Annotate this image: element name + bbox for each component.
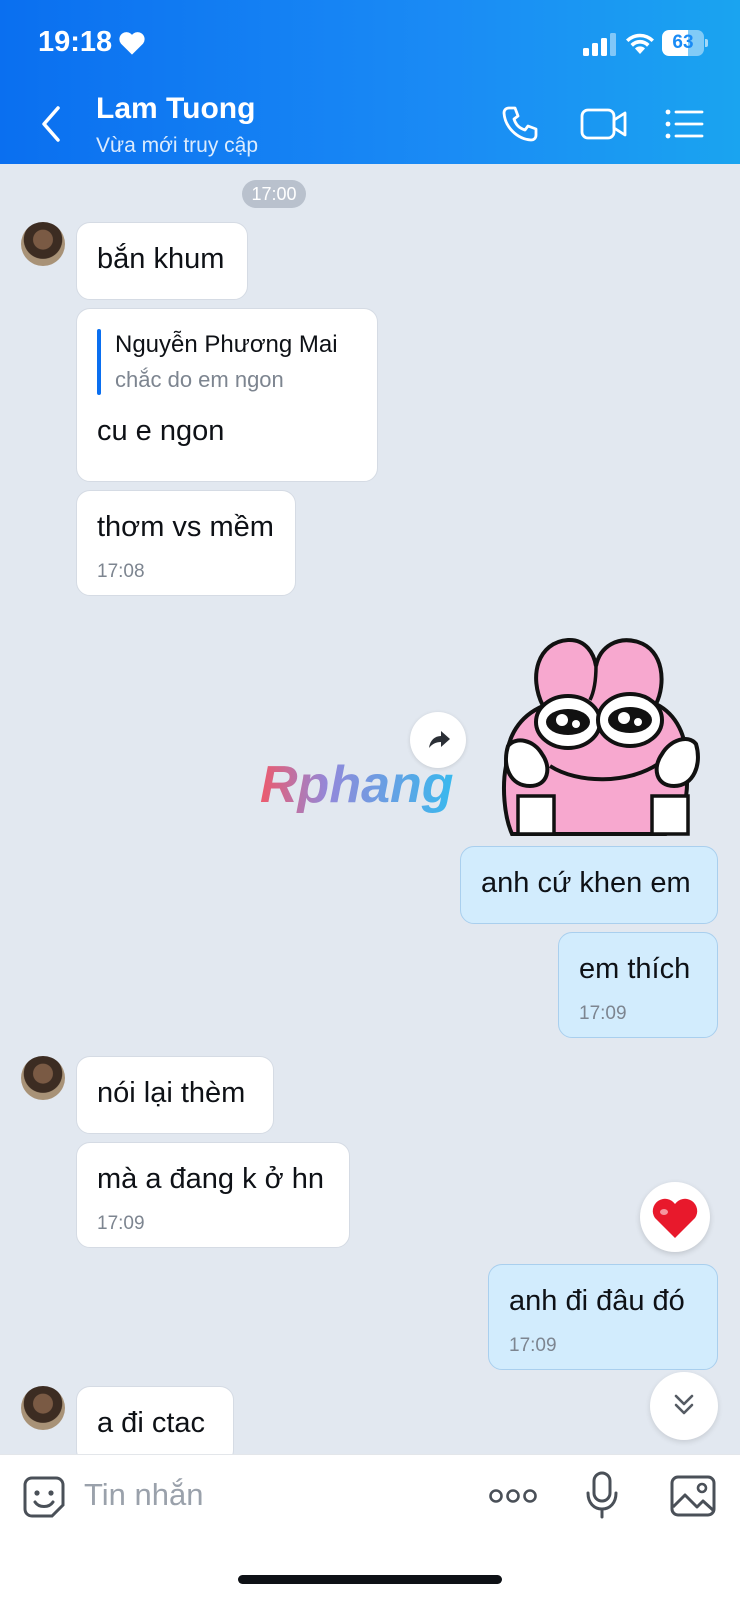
message-input-bar: Tin nhắn — [0, 1454, 740, 1600]
message-time: 17:09 — [579, 1003, 627, 1024]
back-icon[interactable] — [34, 100, 70, 148]
more-dots-icon[interactable] — [488, 1481, 538, 1511]
message-bubble[interactable]: a đi ctac — [76, 1386, 234, 1454]
message-bubble[interactable]: bắn khum — [76, 222, 248, 300]
message-bubble-outgoing[interactable]: anh cứ khen em — [460, 846, 718, 924]
quote-bar — [97, 329, 101, 395]
microphone-icon[interactable] — [584, 1471, 620, 1519]
phone-icon[interactable] — [500, 104, 540, 144]
message-bubble-outgoing[interactable]: anh đi đâu đó 17:09 — [488, 1264, 718, 1370]
avatar[interactable] — [21, 1386, 65, 1430]
message-text: thơm vs mềm — [97, 511, 274, 543]
heart-reaction-button[interactable] — [640, 1182, 710, 1252]
battery-tip — [705, 39, 708, 47]
message-text: anh cứ khen em — [481, 867, 691, 899]
message-text: anh đi đâu đó — [509, 1285, 685, 1317]
message-bubble[interactable]: mà a đang k ở hn 17:09 — [76, 1142, 350, 1248]
heart-reaction-icon — [652, 1198, 698, 1238]
quote-text: chắc do em ngon — [115, 367, 284, 392]
message-bubble-reply[interactable]: Nguyễn Phương Mai chắc do em ngon cu e n… — [76, 308, 378, 482]
message-text: mà a đang k ở hn — [97, 1163, 324, 1195]
avatar[interactable] — [21, 1056, 65, 1100]
avatar[interactable] — [21, 222, 65, 266]
battery-level: 63 — [672, 32, 694, 53]
message-text: em thích — [579, 953, 691, 985]
message-text: cu e ngon — [97, 415, 225, 447]
contact-name[interactable]: Lam Tuong — [96, 92, 255, 126]
scroll-to-bottom-button[interactable] — [650, 1372, 718, 1440]
heart-icon — [119, 32, 145, 55]
watermark-logo: Rphang — [260, 756, 454, 814]
sticker-pink-bunny[interactable] — [498, 636, 708, 836]
message-bubble[interactable]: nói lại thèm — [76, 1056, 274, 1134]
message-text: nói lại thèm — [97, 1077, 246, 1109]
message-bubble[interactable]: thơm vs mềm 17:08 — [76, 490, 296, 596]
home-indicator — [238, 1575, 502, 1584]
chat-area[interactable]: 17:00 bắn khum Nguyễn Phương Mai chắc do… — [0, 164, 740, 1454]
video-call-icon[interactable] — [580, 104, 628, 144]
message-text: bắn khum — [97, 243, 225, 275]
watermark-text: Rphang — [260, 756, 454, 814]
message-input[interactable]: Tin nhắn — [84, 1477, 204, 1513]
signal-icon — [583, 33, 616, 56]
header: 19:18 63 Lam Tuong Vừa mới truy cập — [0, 0, 740, 164]
battery-body: 63 — [662, 30, 704, 56]
message-time: 17:09 — [509, 1335, 557, 1356]
message-time: 17:08 — [97, 561, 145, 582]
chevron-double-down-icon — [674, 1394, 694, 1415]
message-time: 17:09 — [97, 1213, 145, 1234]
battery-icon: 63 — [662, 30, 708, 56]
message-bubble-outgoing[interactable]: em thích 17:09 — [558, 932, 718, 1038]
wifi-icon — [626, 33, 654, 54]
message-text: a đi ctac — [97, 1407, 205, 1439]
sticker-icon[interactable] — [22, 1475, 66, 1519]
quote-author: Nguyễn Phương Mai — [115, 331, 338, 358]
contact-status: Vừa mới truy cập — [96, 134, 259, 157]
menu-list-icon[interactable] — [664, 104, 704, 144]
time-divider: 17:00 — [242, 180, 306, 208]
gallery-icon[interactable] — [670, 1475, 716, 1517]
status-time: 19:18 — [38, 26, 113, 58]
